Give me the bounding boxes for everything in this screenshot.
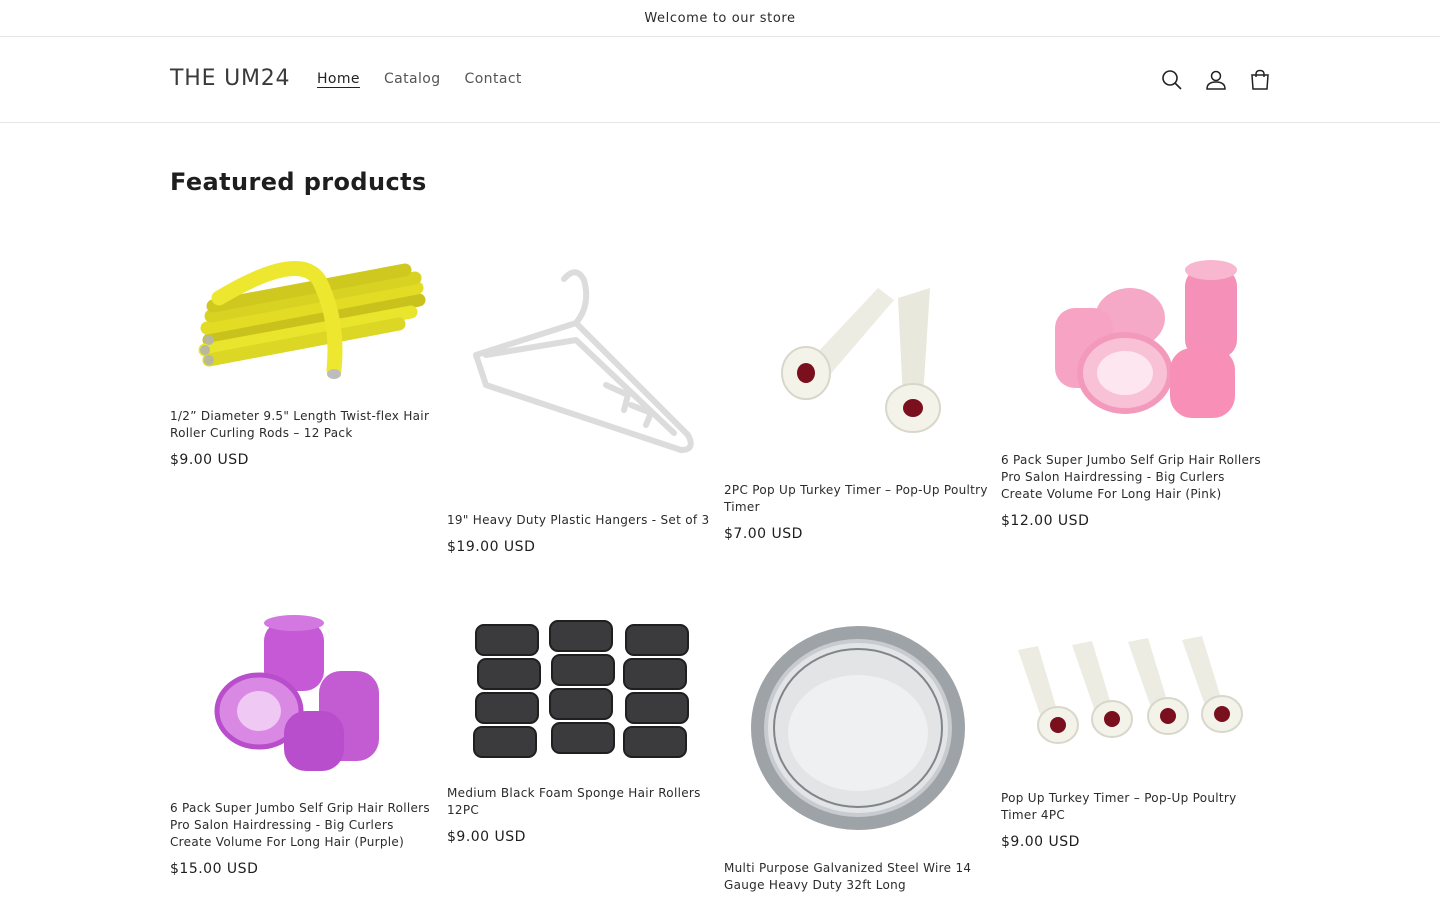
product-image[interactable] <box>170 230 438 400</box>
purple-rollers-icon <box>214 615 379 771</box>
pink-rollers-icon <box>1055 259 1237 418</box>
header-icons <box>1158 66 1274 94</box>
product-price: $9.00 USD <box>1001 834 1080 850</box>
product-image[interactable] <box>724 600 992 855</box>
turkey-timer-4pc-icon <box>1018 636 1243 744</box>
nav-home[interactable]: Home <box>317 71 360 87</box>
site-header: THE UM24 Home Catalog Contact <box>0 38 1440 123</box>
product-title[interactable]: 19" Heavy Duty Plastic Hangers - Set of … <box>447 512 715 529</box>
account-icon[interactable] <box>1202 66 1230 94</box>
product-title[interactable]: 1/2” Diameter 9.5" Length Twist-flex Hai… <box>170 408 438 442</box>
product-card[interactable]: 1/2” Diameter 9.5" Length Twist-flex Hai… <box>170 230 438 468</box>
product-card[interactable]: 2PC Pop Up Turkey Timer – Pop-Up Poultry… <box>724 230 992 542</box>
product-card[interactable]: 6 Pack Super Jumbo Self Grip Hair Roller… <box>1001 230 1269 529</box>
nav-contact[interactable]: Contact <box>465 71 522 87</box>
product-card[interactable]: 19" Heavy Duty Plastic Hangers - Set of … <box>447 230 715 555</box>
product-card[interactable]: Medium Black Foam Sponge Hair Rollers 12… <box>447 600 715 845</box>
cart-icon[interactable] <box>1246 66 1274 94</box>
search-icon[interactable] <box>1158 66 1186 94</box>
product-image[interactable] <box>724 230 992 475</box>
product-card[interactable]: Pop Up Turkey Timer – Pop-Up Poultry Tim… <box>1001 600 1269 850</box>
steel-wire-coil-icon <box>751 625 965 830</box>
product-image[interactable] <box>447 230 715 500</box>
section-title: Featured products <box>170 168 427 196</box>
product-title[interactable]: Multi Purpose Galvanized Steel Wire 14 G… <box>724 860 992 894</box>
product-price: $12.00 USD <box>1001 513 1090 529</box>
announcement-bar: Welcome to our store <box>0 0 1440 37</box>
product-image[interactable] <box>170 600 438 792</box>
product-title[interactable]: Medium Black Foam Sponge Hair Rollers 12… <box>447 785 715 819</box>
product-title[interactable]: 6 Pack Super Jumbo Self Grip Hair Roller… <box>170 800 438 851</box>
product-price: $15.00 USD <box>170 861 259 877</box>
product-title[interactable]: 2PC Pop Up Turkey Timer – Pop-Up Poultry… <box>724 482 992 516</box>
product-image[interactable] <box>1001 600 1269 780</box>
product-title[interactable]: Pop Up Turkey Timer – Pop-Up Poultry Tim… <box>1001 790 1269 824</box>
product-card[interactable]: 6 Pack Super Jumbo Self Grip Hair Roller… <box>170 600 438 877</box>
product-card[interactable]: Multi Purpose Galvanized Steel Wire 14 G… <box>724 600 992 894</box>
nav-catalog[interactable]: Catalog <box>384 71 441 87</box>
white-hanger-icon <box>473 269 694 453</box>
product-title[interactable]: 6 Pack Super Jumbo Self Grip Hair Roller… <box>1001 452 1269 503</box>
product-image[interactable] <box>1001 230 1269 445</box>
product-price: $9.00 USD <box>447 829 526 845</box>
product-image[interactable] <box>447 600 715 780</box>
main-nav: Home Catalog Contact <box>317 71 546 87</box>
store-logo[interactable]: THE UM24 <box>170 66 290 91</box>
black-foam-rollers-icon <box>473 620 689 758</box>
product-price: $19.00 USD <box>447 539 536 555</box>
announcement-text: Welcome to our store <box>644 10 796 26</box>
yellow-flex-rods-icon <box>198 261 426 379</box>
product-price: $9.00 USD <box>170 452 249 468</box>
product-price: $7.00 USD <box>724 526 803 542</box>
turkey-timer-2pc-icon <box>781 287 941 433</box>
